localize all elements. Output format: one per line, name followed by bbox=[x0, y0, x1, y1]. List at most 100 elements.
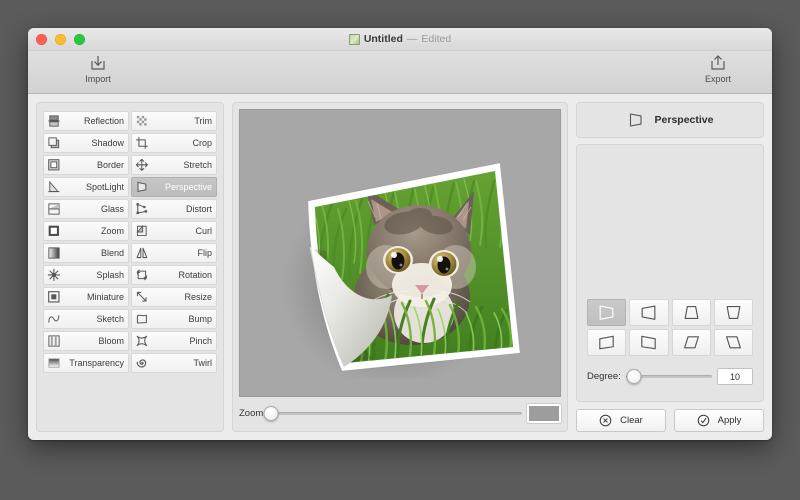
effect-item-blend[interactable]: Blend bbox=[43, 243, 129, 263]
parallelogram-up-right-icon bbox=[641, 335, 657, 350]
photo-preview bbox=[274, 127, 526, 389]
minimize-button[interactable] bbox=[55, 34, 66, 45]
perspective-skew-right-button[interactable] bbox=[671, 329, 711, 356]
window-title: Untitled — Edited bbox=[28, 28, 772, 50]
zoom-slider[interactable] bbox=[263, 405, 522, 421]
effect-item-twirl[interactable]: Twirl bbox=[131, 353, 217, 373]
effect-item-spotlight[interactable]: SpotLight bbox=[43, 177, 129, 197]
perspective-trapezoid-icon bbox=[134, 180, 149, 195]
effect-item-resize[interactable]: Resize bbox=[131, 287, 217, 307]
effect-item-sketch[interactable]: Sketch bbox=[43, 309, 129, 329]
effect-item-border[interactable]: Border bbox=[43, 155, 129, 175]
inspector-footer: Clear Apply bbox=[576, 408, 764, 432]
close-button[interactable] bbox=[36, 34, 47, 45]
shadow-squares-icon bbox=[46, 136, 61, 151]
zoom-control-row: Zoom: bbox=[239, 397, 561, 425]
image-document-icon bbox=[348, 33, 360, 45]
effect-item-glass[interactable]: Glass bbox=[43, 199, 129, 219]
bloom-bars-icon bbox=[46, 334, 61, 349]
effect-label: Stretch bbox=[183, 160, 212, 170]
export-button[interactable]: Export bbox=[690, 53, 746, 84]
effect-item-trim[interactable]: Trim bbox=[131, 111, 217, 131]
resize-diagonal-arrow-icon bbox=[136, 291, 147, 302]
effect-item-stretch[interactable]: Stretch bbox=[131, 155, 217, 175]
effect-item-zoom[interactable]: Zoom bbox=[43, 221, 129, 241]
trapezoid-right-icon bbox=[641, 305, 656, 320]
effect-label: Border bbox=[96, 160, 124, 170]
rotation-arrows-icon bbox=[134, 268, 149, 283]
trapezoid-left-icon bbox=[599, 305, 614, 320]
zoom-slider-thumb[interactable] bbox=[263, 405, 279, 421]
perspective-bottom-button[interactable] bbox=[713, 299, 753, 326]
import-button[interactable]: Import bbox=[70, 53, 126, 84]
effect-item-pinch[interactable]: Pinch bbox=[131, 331, 217, 351]
canvas-panel: Zoom: bbox=[232, 102, 568, 432]
effect-label: Glass bbox=[100, 204, 124, 214]
perspective-trapezoid-icon bbox=[136, 181, 146, 193]
trapezoid-top-icon bbox=[684, 306, 699, 319]
border-frame-icon bbox=[46, 158, 61, 173]
effect-label: Reflection bbox=[83, 116, 124, 126]
effect-label: Distort bbox=[185, 204, 212, 214]
effect-item-transparency[interactable]: Transparency bbox=[43, 353, 129, 373]
degree-slider[interactable] bbox=[625, 369, 712, 384]
effect-item-rotation[interactable]: Rotation bbox=[131, 265, 217, 285]
kitten-photo-with-curl bbox=[282, 162, 521, 389]
blend-gradient-icon bbox=[47, 247, 60, 259]
crop-icon bbox=[134, 136, 149, 151]
effect-label: Shadow bbox=[91, 138, 124, 148]
effect-item-splash[interactable]: Splash bbox=[43, 265, 129, 285]
clear-button[interactable]: Clear bbox=[576, 409, 666, 432]
zoom-square-icon bbox=[46, 224, 61, 239]
glass-split-icon bbox=[47, 203, 60, 215]
spotlight-cone-icon bbox=[47, 180, 59, 193]
zoom-label: Zoom: bbox=[239, 407, 266, 419]
effect-label: Splash bbox=[96, 270, 124, 280]
perspective-skew-up-right-button[interactable] bbox=[629, 329, 669, 356]
splash-star-icon bbox=[47, 268, 60, 282]
effect-item-perspective[interactable]: Perspective bbox=[131, 177, 217, 197]
effects-panel: Reflection Trim Shadow Crop Border Stretch Spo… bbox=[36, 102, 224, 432]
degree-label: Degree: bbox=[587, 371, 621, 382]
transparency-fade-icon bbox=[47, 358, 60, 368]
perspective-skew-up-left-button[interactable] bbox=[587, 329, 627, 356]
effect-item-crop[interactable]: Crop bbox=[131, 133, 217, 153]
document-name: Untitled bbox=[363, 33, 403, 45]
pinch-concave-icon bbox=[136, 335, 147, 347]
degree-slider-thumb[interactable] bbox=[626, 369, 642, 384]
inspector-body: Degree: 10 bbox=[576, 144, 764, 402]
fit-to-window-button[interactable] bbox=[527, 403, 561, 423]
zoom-button[interactable] bbox=[74, 34, 85, 45]
circle-x-icon bbox=[599, 414, 612, 427]
effect-item-flip[interactable]: Flip bbox=[131, 243, 217, 263]
effect-item-distort[interactable]: Distort bbox=[131, 199, 217, 219]
pinch-concave-icon bbox=[134, 334, 149, 349]
effect-item-curl[interactable]: Curl bbox=[131, 221, 217, 241]
curl-page-icon bbox=[135, 225, 147, 237]
effect-label: Rotation bbox=[178, 270, 212, 280]
miniature-square-icon bbox=[46, 290, 61, 305]
effect-label: Blend bbox=[100, 248, 124, 258]
perspective-skew-left-button[interactable] bbox=[713, 329, 753, 356]
degree-value-field[interactable]: 10 bbox=[717, 368, 753, 385]
perspective-left-button[interactable] bbox=[587, 299, 627, 326]
export-button-label: Export bbox=[704, 74, 731, 84]
effect-item-shadow[interactable]: Shadow bbox=[43, 133, 129, 153]
sketch-wave-icon bbox=[46, 312, 61, 327]
perspective-top-button[interactable] bbox=[671, 299, 711, 326]
bump-flag-icon bbox=[136, 314, 147, 324]
effect-item-bloom[interactable]: Bloom bbox=[43, 331, 129, 351]
trapezoid-bottom-icon bbox=[726, 306, 741, 319]
toolbar: Import Export bbox=[28, 51, 772, 94]
perspective-right-button[interactable] bbox=[629, 299, 669, 326]
parallelogram-up-left-icon bbox=[599, 335, 614, 350]
effect-item-bump[interactable]: Bump bbox=[131, 309, 217, 329]
effect-item-reflection[interactable]: Reflection bbox=[43, 111, 129, 131]
distort-nodes-icon bbox=[134, 202, 149, 217]
clear-button-label: Clear bbox=[620, 415, 643, 426]
trim-checker-icon bbox=[134, 114, 149, 129]
apply-button-label: Apply bbox=[717, 415, 742, 426]
image-canvas[interactable] bbox=[239, 109, 561, 397]
effect-item-miniature[interactable]: Miniature bbox=[43, 287, 129, 307]
apply-button[interactable]: Apply bbox=[674, 409, 764, 432]
